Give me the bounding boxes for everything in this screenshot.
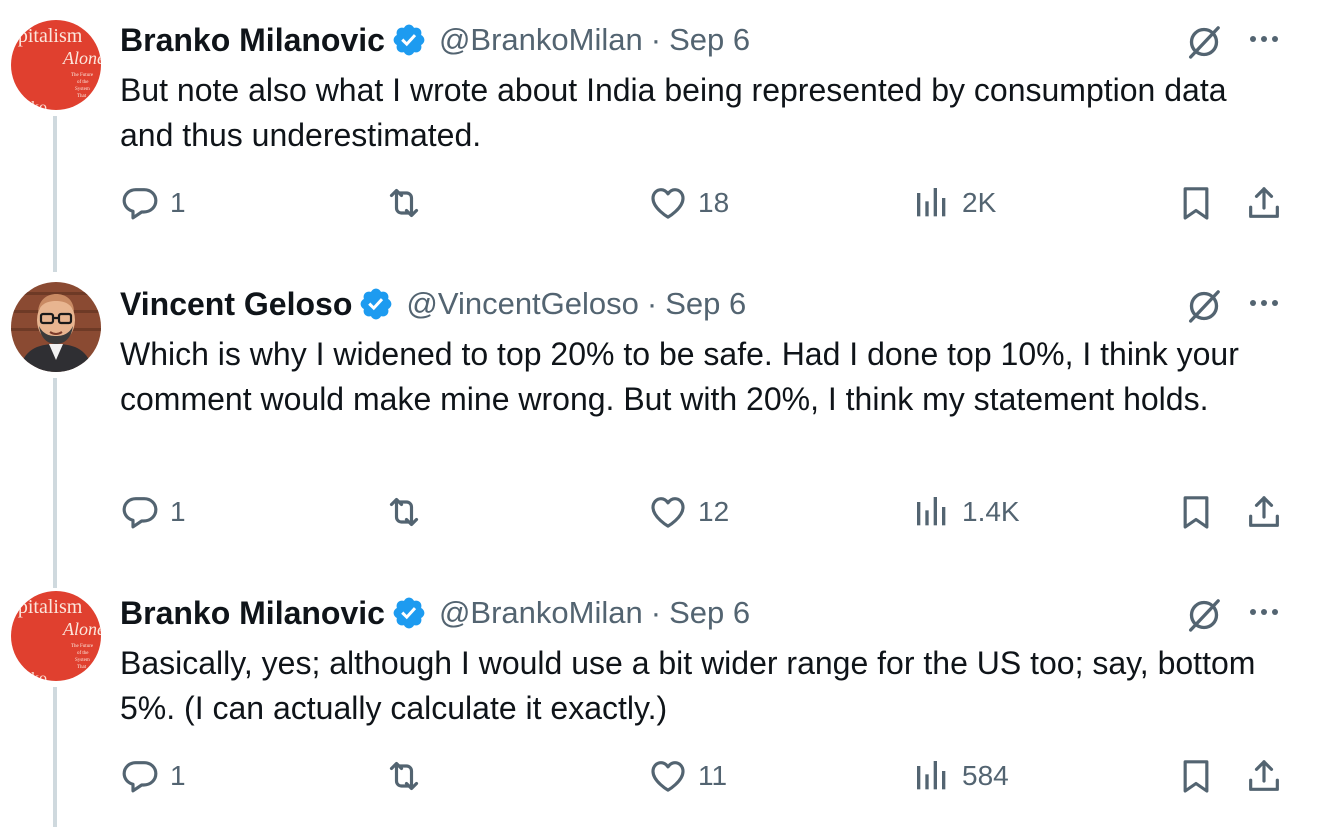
tweet-header: Branko Milanovic @BrankoMilan · Sep 6	[120, 18, 750, 62]
views-button[interactable]: 584	[912, 756, 1009, 796]
grok-icon[interactable]	[1184, 22, 1224, 62]
avatar[interactable]	[11, 282, 101, 372]
author-handle[interactable]: @VincentGeloso	[406, 286, 639, 322]
more-icon[interactable]	[1244, 28, 1284, 50]
author-name[interactable]: Branko Milanovic	[120, 595, 385, 632]
like-count: 11	[698, 760, 728, 791]
retweet-icon	[384, 756, 424, 796]
view-count: 2K	[962, 187, 997, 218]
cartoon-portrait-avatar-icon	[11, 282, 101, 372]
like-icon	[648, 756, 688, 796]
share-button[interactable]	[1244, 756, 1284, 796]
author-handle[interactable]: @BrankoMilan	[439, 22, 643, 58]
like-button[interactable]: 11	[648, 756, 727, 796]
bookmark-icon	[1176, 492, 1216, 532]
reply-count: 1	[170, 187, 186, 218]
action-bar: 1 11 584	[0, 756, 1321, 806]
share-button[interactable]	[1244, 492, 1284, 532]
more-icon[interactable]	[1244, 601, 1284, 623]
separator-dot: ·	[646, 286, 658, 321]
view-count: 1.4K	[962, 496, 1020, 527]
tweet-date[interactable]: Sep 6	[669, 595, 750, 631]
share-icon	[1244, 492, 1284, 532]
more-icon[interactable]	[1244, 292, 1284, 314]
reply-icon	[120, 756, 160, 796]
bookmark-icon	[1176, 183, 1216, 223]
retweet-icon	[384, 183, 424, 223]
view-count: 584	[962, 760, 1009, 791]
tweet-text: Basically, yes; although I would use a b…	[120, 645, 1256, 726]
grok-icon[interactable]	[1184, 595, 1224, 635]
grok-icon[interactable]	[1184, 286, 1224, 326]
verified-badge-icon	[391, 595, 427, 631]
reply-button[interactable]: 1	[120, 492, 186, 532]
tweet-date[interactable]: Sep 6	[669, 22, 750, 58]
reply-count: 1	[170, 760, 186, 791]
action-bar: 1 18 2K	[0, 183, 1321, 233]
separator-dot: ·	[650, 22, 662, 57]
book-cover-avatar-icon	[11, 591, 101, 681]
retweet-button[interactable]	[384, 183, 424, 223]
bookmark-button[interactable]	[1176, 183, 1216, 223]
reply-button[interactable]: 1	[120, 183, 186, 223]
like-icon	[648, 492, 688, 532]
reply-button[interactable]: 1	[120, 756, 186, 796]
tweet-header: Vincent Geloso @VincentGeloso · Sep 6	[120, 282, 746, 326]
reply-icon	[120, 492, 160, 532]
like-button[interactable]: 18	[648, 183, 729, 223]
share-button[interactable]	[1244, 183, 1284, 223]
like-count: 18	[698, 187, 730, 218]
retweet-button[interactable]	[384, 756, 424, 796]
tweet-text: But note also what I wrote about India b…	[120, 72, 1227, 153]
tweet-text: Which is why I widened to top 20% to be …	[120, 336, 1239, 417]
retweet-icon	[384, 492, 424, 532]
action-bar: 1 12 1.4K	[0, 492, 1321, 542]
reply-count: 1	[170, 496, 186, 527]
author-name[interactable]: Vincent Geloso	[120, 286, 352, 323]
bookmark-button[interactable]	[1176, 492, 1216, 532]
separator-dot: ·	[650, 595, 662, 630]
views-button[interactable]: 1.4K	[912, 492, 1020, 532]
thread-line	[53, 378, 57, 588]
book-cover-avatar-icon	[11, 20, 101, 110]
reply-icon	[120, 183, 160, 223]
retweet-button[interactable]	[384, 492, 424, 532]
avatar[interactable]	[11, 591, 101, 681]
author-handle[interactable]: @BrankoMilan	[439, 595, 643, 631]
views-icon	[912, 756, 952, 796]
bookmark-icon	[1176, 756, 1216, 796]
verified-badge-icon	[358, 286, 394, 322]
verified-badge-icon	[391, 22, 427, 58]
like-icon	[648, 183, 688, 223]
author-name[interactable]: Branko Milanovic	[120, 22, 385, 59]
views-button[interactable]: 2K	[912, 183, 996, 223]
views-icon	[912, 183, 952, 223]
tweet-date[interactable]: Sep 6	[665, 286, 746, 322]
like-count: 12	[698, 496, 730, 527]
views-icon	[912, 492, 952, 532]
avatar[interactable]	[11, 20, 101, 110]
share-icon	[1244, 756, 1284, 796]
like-button[interactable]: 12	[648, 492, 729, 532]
bookmark-button[interactable]	[1176, 756, 1216, 796]
share-icon	[1244, 183, 1284, 223]
tweet-header: Branko Milanovic @BrankoMilan · Sep 6	[120, 591, 750, 635]
